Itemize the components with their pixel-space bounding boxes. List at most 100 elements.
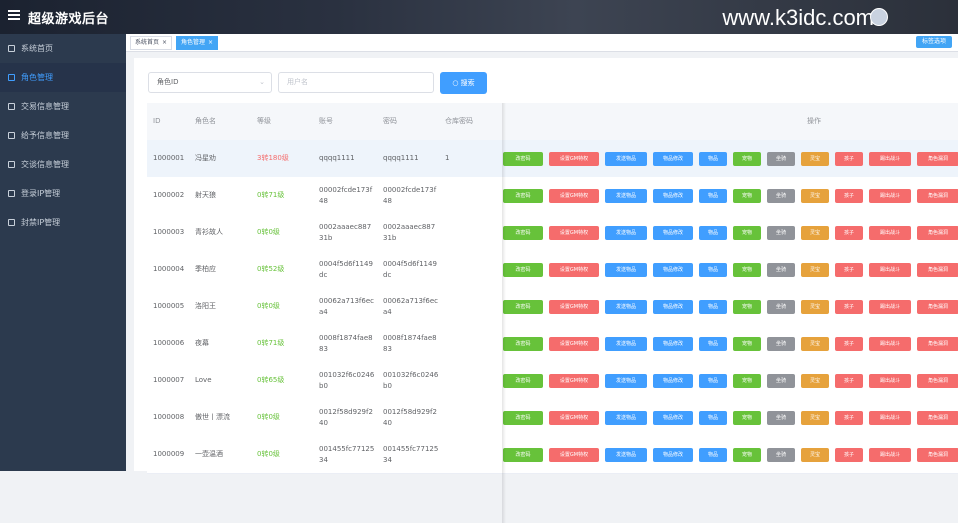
action-button[interactable]: 灵宝 bbox=[801, 189, 829, 203]
user-avatar[interactable] bbox=[870, 8, 888, 26]
action-button[interactable]: 踢出战斗 bbox=[869, 337, 911, 351]
action-button[interactable]: 改密码 bbox=[503, 152, 543, 166]
action-button[interactable]: 坐骑 bbox=[767, 448, 795, 462]
action-button[interactable]: 物品修改 bbox=[653, 226, 693, 240]
action-button[interactable]: 物品 bbox=[699, 189, 727, 203]
action-button[interactable]: 设置GM特权 bbox=[549, 226, 599, 240]
action-button[interactable]: 孩子 bbox=[835, 152, 863, 166]
action-button[interactable]: 发送物品 bbox=[605, 300, 647, 314]
sidebar-item[interactable]: 封禁IP管理 bbox=[0, 208, 126, 237]
action-button[interactable]: 角色漏洞 bbox=[917, 411, 958, 425]
action-button[interactable]: 设置GM特权 bbox=[549, 189, 599, 203]
action-button[interactable]: 设置GM特权 bbox=[549, 263, 599, 277]
action-button[interactable]: 改密码 bbox=[503, 374, 543, 388]
action-button[interactable]: 踢出战斗 bbox=[869, 448, 911, 462]
action-button[interactable]: 物品修改 bbox=[653, 374, 693, 388]
action-button[interactable]: 物品 bbox=[699, 337, 727, 351]
action-button[interactable]: 角色漏洞 bbox=[917, 374, 958, 388]
action-button[interactable]: 设置GM特权 bbox=[549, 448, 599, 462]
close-icon[interactable]: × bbox=[162, 39, 167, 46]
action-button[interactable]: 宠物 bbox=[733, 337, 761, 351]
action-button[interactable]: 孩子 bbox=[835, 300, 863, 314]
action-button[interactable]: 宠物 bbox=[733, 226, 761, 240]
action-button[interactable]: 踢出战斗 bbox=[869, 300, 911, 314]
action-button[interactable]: 孩子 bbox=[835, 337, 863, 351]
action-button[interactable]: 宠物 bbox=[733, 411, 761, 425]
action-button[interactable]: 物品 bbox=[699, 226, 727, 240]
sidebar-item[interactable]: 角色管理 bbox=[0, 63, 126, 92]
action-button[interactable]: 宠物 bbox=[733, 152, 761, 166]
action-button[interactable]: 踢出战斗 bbox=[869, 374, 911, 388]
action-button[interactable]: 灵宝 bbox=[801, 411, 829, 425]
sidebar-item[interactable]: 登录IP管理 bbox=[0, 179, 126, 208]
action-button[interactable]: 角色漏洞 bbox=[917, 189, 958, 203]
action-button[interactable]: 踢出战斗 bbox=[869, 152, 911, 166]
action-button[interactable]: 物品 bbox=[699, 411, 727, 425]
action-button[interactable]: 发送物品 bbox=[605, 374, 647, 388]
action-button[interactable]: 坐骑 bbox=[767, 189, 795, 203]
action-button[interactable]: 发送物品 bbox=[605, 411, 647, 425]
action-button[interactable]: 物品修改 bbox=[653, 337, 693, 351]
sidebar-item[interactable]: 交谈信息管理 bbox=[0, 150, 126, 179]
action-button[interactable]: 坐骑 bbox=[767, 411, 795, 425]
action-button[interactable]: 踢出战斗 bbox=[869, 226, 911, 240]
hamburger-menu-icon[interactable] bbox=[8, 10, 20, 20]
action-button[interactable]: 坐骑 bbox=[767, 337, 795, 351]
action-button[interactable]: 孩子 bbox=[835, 189, 863, 203]
action-button[interactable]: 坐骑 bbox=[767, 263, 795, 277]
action-button[interactable]: 设置GM特权 bbox=[549, 152, 599, 166]
action-button[interactable]: 孩子 bbox=[835, 226, 863, 240]
action-button[interactable]: 灵宝 bbox=[801, 226, 829, 240]
action-button[interactable]: 发送物品 bbox=[605, 448, 647, 462]
action-button[interactable]: 坐骑 bbox=[767, 226, 795, 240]
action-button[interactable]: 设置GM特权 bbox=[549, 300, 599, 314]
action-button[interactable]: 孩子 bbox=[835, 411, 863, 425]
action-button[interactable]: 发送物品 bbox=[605, 226, 647, 240]
action-button[interactable]: 发送物品 bbox=[605, 337, 647, 351]
action-button[interactable]: 角色漏洞 bbox=[917, 448, 958, 462]
action-button[interactable]: 物品修改 bbox=[653, 152, 693, 166]
action-button[interactable]: 灵宝 bbox=[801, 374, 829, 388]
action-button[interactable]: 改密码 bbox=[503, 226, 543, 240]
action-button[interactable]: 物品修改 bbox=[653, 189, 693, 203]
action-button[interactable]: 改密码 bbox=[503, 263, 543, 277]
tab-system-home[interactable]: 系统首页 × bbox=[130, 36, 173, 50]
tab-options-button[interactable]: 标签选项 bbox=[915, 36, 952, 48]
action-button[interactable]: 灵宝 bbox=[801, 300, 829, 314]
action-button[interactable]: 孩子 bbox=[835, 448, 863, 462]
action-button[interactable]: 角色漏洞 bbox=[917, 226, 958, 240]
action-button[interactable]: 坐骑 bbox=[767, 374, 795, 388]
action-button[interactable]: 物品修改 bbox=[653, 263, 693, 277]
action-button[interactable]: 宠物 bbox=[733, 300, 761, 314]
action-button[interactable]: 改密码 bbox=[503, 300, 543, 314]
action-button[interactable]: 物品 bbox=[699, 300, 727, 314]
action-button[interactable]: 改密码 bbox=[503, 411, 543, 425]
action-button[interactable]: 物品修改 bbox=[653, 448, 693, 462]
action-button[interactable]: 宠物 bbox=[733, 448, 761, 462]
action-button[interactable]: 角色漏洞 bbox=[917, 337, 958, 351]
username-search-input[interactable]: 用户名 bbox=[278, 72, 434, 93]
action-button[interactable]: 灵宝 bbox=[801, 448, 829, 462]
action-button[interactable]: 发送物品 bbox=[605, 263, 647, 277]
action-button[interactable]: 灵宝 bbox=[801, 337, 829, 351]
close-icon[interactable]: × bbox=[208, 39, 213, 46]
action-button[interactable]: 宠物 bbox=[733, 374, 761, 388]
action-button[interactable]: 踢出战斗 bbox=[869, 189, 911, 203]
action-button[interactable]: 设置GM特权 bbox=[549, 337, 599, 351]
action-button[interactable]: 物品 bbox=[699, 152, 727, 166]
action-button[interactable]: 改密码 bbox=[503, 448, 543, 462]
action-button[interactable]: 发送物品 bbox=[605, 189, 647, 203]
action-button[interactable]: 宠物 bbox=[733, 263, 761, 277]
action-button[interactable]: 宠物 bbox=[733, 189, 761, 203]
action-button[interactable]: 角色漏洞 bbox=[917, 300, 958, 314]
action-button[interactable]: 发送物品 bbox=[605, 152, 647, 166]
action-button[interactable]: 孩子 bbox=[835, 374, 863, 388]
action-button[interactable]: 物品修改 bbox=[653, 411, 693, 425]
action-button[interactable]: 踢出战斗 bbox=[869, 263, 911, 277]
action-button[interactable]: 孩子 bbox=[835, 263, 863, 277]
search-field-select[interactable]: 角色ID ⌄ bbox=[148, 72, 272, 93]
action-button[interactable]: 物品 bbox=[699, 374, 727, 388]
action-button[interactable]: 灵宝 bbox=[801, 152, 829, 166]
action-button[interactable]: 踢出战斗 bbox=[869, 411, 911, 425]
action-button[interactable]: 角色漏洞 bbox=[917, 263, 958, 277]
